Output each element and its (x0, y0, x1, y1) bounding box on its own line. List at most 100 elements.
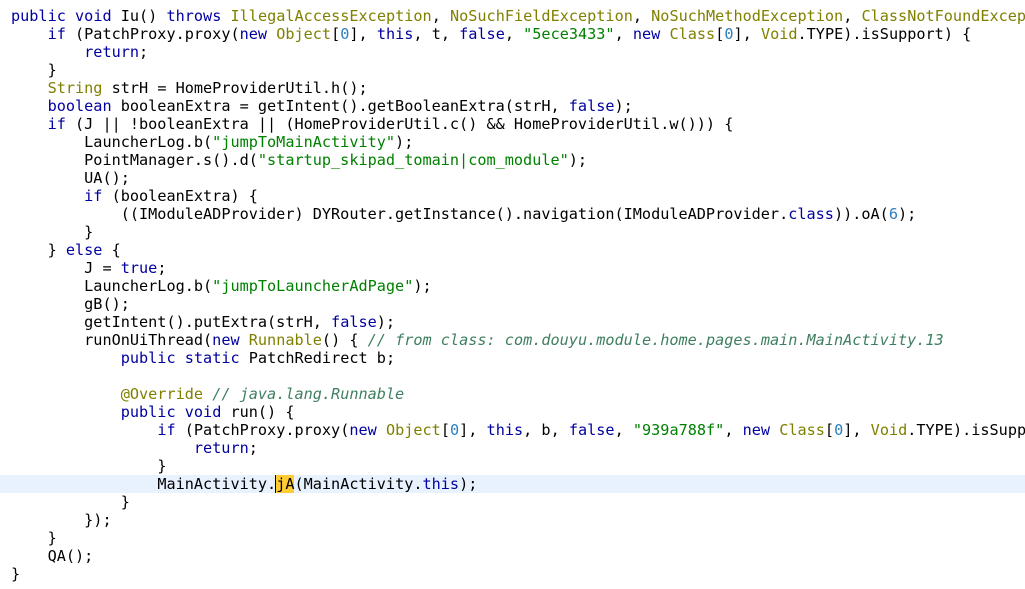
code-line[interactable]: @Override // java.lang.Runnable (0, 385, 1025, 403)
type-token: NoSuchFieldException (449, 7, 633, 25)
code-token: (MainActivity. (294, 475, 423, 493)
code-line[interactable]: if (booleanExtra) { (0, 187, 1025, 205)
code-line[interactable]: return; (0, 43, 1025, 61)
code-line[interactable]: } (0, 529, 1025, 547)
code-line[interactable]: runOnUiThread(new Runnable() { // from c… (0, 331, 1025, 349)
code-token: ], (459, 421, 487, 439)
code-token: , (843, 7, 862, 25)
code-line[interactable]: } (0, 565, 1025, 583)
code-line[interactable]: return; (0, 439, 1025, 457)
code-token: , (614, 421, 633, 439)
code-line[interactable]: if (PatchProxy.proxy(new Object[0], this… (0, 25, 1025, 43)
code-line[interactable]: }); (0, 511, 1025, 529)
type-token: Void (870, 421, 908, 439)
keyword-token: new (742, 421, 771, 439)
keyword-token: return (193, 439, 249, 457)
code-line[interactable]: } (0, 223, 1025, 241)
code-token: , b, (523, 421, 569, 439)
string-literal: "jumpToLauncherAdPage" (212, 277, 414, 295)
code-token: (booleanExtra) { (102, 187, 258, 205)
code-line[interactable]: public static PatchRedirect b; (0, 349, 1025, 367)
code-token: ; (248, 439, 258, 457)
code-token: UA(); (84, 169, 130, 187)
type-token: IllegalAccessException (230, 7, 432, 25)
type-token: Runnable (248, 331, 322, 349)
code-token: ); (897, 205, 917, 223)
keyword-token: public (120, 349, 176, 367)
keyword-token: new (239, 25, 268, 43)
code-line[interactable]: ((IModuleADProvider) DYRouter.getInstanc… (0, 205, 1025, 223)
string-literal: "5ece3433" (523, 25, 615, 43)
code-line[interactable]: getIntent().putExtra(strH, false); (0, 313, 1025, 331)
code-line[interactable]: QA(); (0, 547, 1025, 565)
keyword-token: if (47, 115, 66, 133)
code-line[interactable]: gB(); (0, 295, 1025, 313)
code-line[interactable]: J = true; (0, 259, 1025, 277)
code-token: LauncherLog.b( (84, 133, 213, 151)
code-editor[interactable]: public void Iu() throws IllegalAccessExc… (0, 7, 1025, 589)
keyword-token: throws (166, 7, 222, 25)
code-token: (PatchProxy.proxy( (175, 421, 350, 439)
code-line[interactable]: public void run() { (0, 403, 1025, 421)
code-token: , (632, 7, 652, 25)
code-line[interactable]: } (0, 61, 1025, 79)
code-token: ; (157, 259, 167, 277)
type-token: String (47, 79, 103, 97)
code-line[interactable]: LauncherLog.b("jumpToLauncherAdPage"); (0, 277, 1025, 295)
code-line[interactable] (0, 367, 1025, 385)
type-token: Object (385, 421, 441, 439)
code-line[interactable]: public void Iu() throws IllegalAccessExc… (0, 7, 1025, 25)
code-token: } (84, 223, 94, 241)
code-token: ((IModuleADProvider) DYRouter.getInstanc… (120, 205, 789, 223)
boolean-literal: false (331, 313, 377, 331)
keyword-token: return (84, 43, 140, 61)
code-token: } (11, 565, 21, 583)
number-literal: 0 (449, 421, 460, 439)
code-token: (J || !booleanExtra || (HomeProviderUtil… (65, 115, 734, 133)
code-token: (PatchProxy.proxy( (65, 25, 240, 43)
code-token: gB(); (84, 295, 130, 313)
code-token: }); (84, 511, 112, 529)
code-line[interactable]: PointManager.s().d("startup_skipad_tomai… (0, 151, 1025, 169)
string-literal: "startup_skipad_tomain|com_module" (257, 151, 569, 169)
code-line[interactable]: UA(); (0, 169, 1025, 187)
code-line[interactable]: LauncherLog.b("jumpToMainActivity"); (0, 133, 1025, 151)
code-token: getIntent().putExtra(strH, (84, 313, 332, 331)
string-literal: "jumpToMainActivity" (212, 133, 396, 151)
keyword-token: if (157, 421, 176, 439)
code-token: [ (715, 25, 725, 43)
code-line[interactable]: String strH = HomeProviderUtil.h(); (0, 79, 1025, 97)
keyword-token: this (422, 475, 460, 493)
number-literal: 0 (724, 25, 734, 43)
code-token: { (102, 241, 121, 259)
code-line[interactable]: } (0, 457, 1025, 475)
number-literal: 6 (888, 205, 898, 223)
type-token: ClassNotFoundExcept (861, 7, 1025, 25)
code-token: LauncherLog.b( (84, 277, 213, 295)
current-code-line[interactable]: MainActivity.jA(MainActivity.this); (0, 475, 1025, 493)
code-token: booleanExtra = getIntent().getBooleanExt… (111, 97, 569, 115)
code-line[interactable]: } else { (0, 241, 1025, 259)
code-token: .TYPE).isSupport) { (797, 25, 972, 43)
code-line[interactable]: } (0, 493, 1025, 511)
code-line[interactable]: boolean booleanExtra = getIntent().getBo… (0, 97, 1025, 115)
highlighted-identifier[interactable]: jA (275, 475, 295, 493)
code-token: run() { (221, 403, 295, 421)
code-line[interactable]: if (PatchProxy.proxy(new Object[0], this… (0, 421, 1025, 439)
code-line[interactable]: if (J || !booleanExtra || (HomeProviderU… (0, 115, 1025, 133)
code-token: MainActivity. (157, 475, 277, 493)
code-token: ], (349, 25, 377, 43)
keyword-token: boolean (47, 97, 112, 115)
